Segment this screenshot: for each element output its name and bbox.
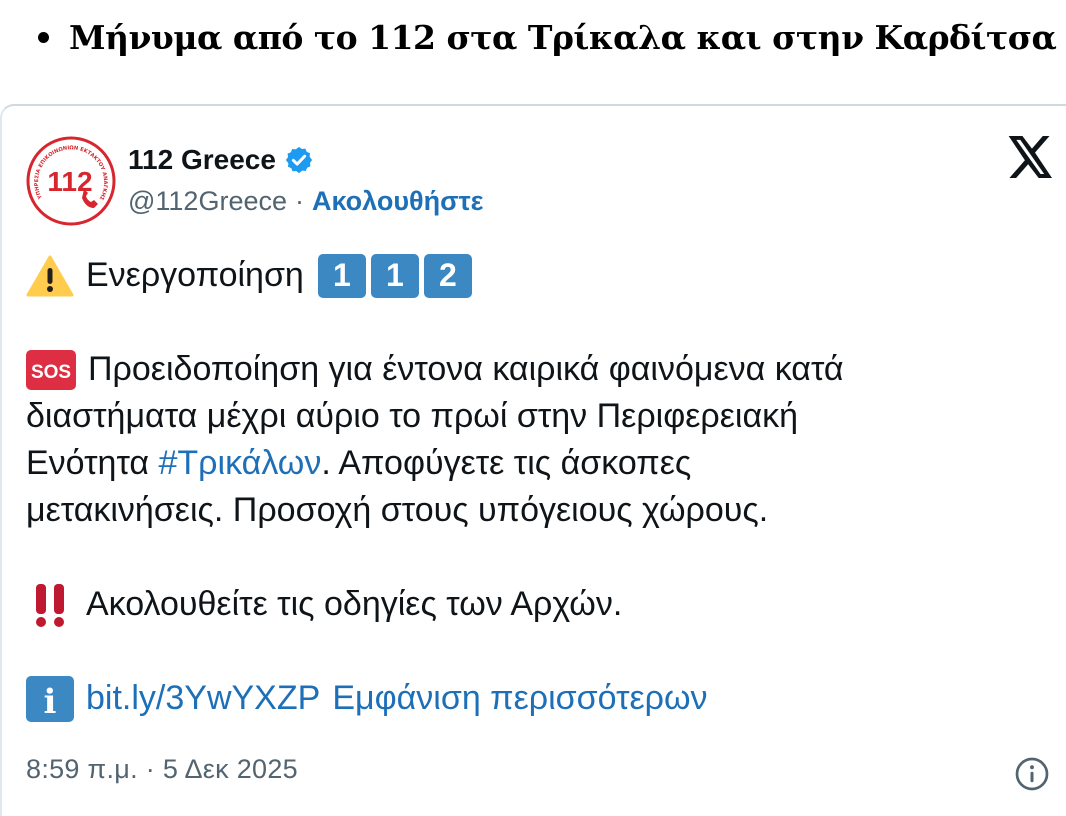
keycap-digit: 2 [423, 253, 472, 298]
bullet-heading: Μήνυμα από το 112 στα Τρίκαλα και στην Κ… [69, 18, 1057, 57]
warning-icon [26, 254, 74, 298]
bullet-dot [38, 32, 49, 43]
hashtag-link[interactable]: #Τρικάλων [159, 440, 322, 487]
warning-line-d: μετακινήσεις. Προσοχή στους υπόγειους χώ… [26, 491, 769, 529]
author-name[interactable]: 112 Greece [128, 144, 276, 176]
author-avatar[interactable]: ΥΠΗΡΕΣΙΑ ΕΠΙΚΟΙΝΩΝΙΩΝ ΕΚΤΑΚΤΟΥ ΑΝΑΓΚΗΣ 1… [26, 136, 116, 226]
double-exclamation-icon [26, 582, 74, 628]
follow-button[interactable]: Ακολουθήστε [312, 186, 483, 217]
warning-line-c-before: Ενότητα [26, 444, 159, 482]
tweet-paragraph-instructions: Ακολουθείτε τις οδηγίες των Αρχών. [26, 581, 1026, 628]
keycap-digit: 1 [317, 253, 366, 298]
warning-line-c-after: . Αποφύγετε τις άσκοπες [321, 444, 692, 482]
author-handle-row: @112Greece · Ακολουθήστε [128, 186, 483, 217]
author-name-row[interactable]: 112 Greece [128, 144, 314, 176]
article-bullet-item: Μήνυμα από το 112 στα Τρίκαλα και στην Κ… [38, 18, 1057, 57]
tweet-paragraph-warning: SOS Προειδοποίηση για έντονα καιρικά φαι… [26, 346, 1026, 534]
info-icon: i [26, 675, 74, 722]
tweet-timestamp[interactable]: 8:59 π.μ. · 5 Δεκ 2025 [26, 754, 298, 785]
instructions-text: Ακολουθείτε τις οδηγίες των Αρχών. [86, 585, 623, 623]
activation-text: Ενεργοποίηση [86, 256, 304, 294]
sos-label: SOS [31, 362, 71, 383]
verified-badge-icon [284, 145, 314, 175]
show-more-link[interactable]: Εμφάνιση περισσότερων [332, 675, 707, 722]
tweet-text: Ενεργοποίηση 1 1 2 SOS Προειδοποίηση για… [26, 252, 1026, 722]
author-handle[interactable]: @112Greece [128, 186, 287, 217]
short-link[interactable]: bit.ly/3YwYXZP [86, 675, 320, 722]
tweet-line: διαστήματα μέχρι αύριο το πρωί στην Περι… [26, 393, 1026, 440]
tweet-embed-card[interactable]: ΥΠΗΡΕΣΙΑ ΕΠΙΚΟΙΝΩΝΙΩΝ ΕΚΤΑΚΤΟΥ ΑΝΑΓΚΗΣ 1… [0, 104, 1066, 816]
sos-icon: SOS [26, 349, 76, 390]
warning-line-b: διαστήματα μέχρι αύριο το πρωί στην Περι… [26, 397, 799, 435]
tweet-line: Ενότητα #Τρικάλων . Αποφύγετε τις άσκοπε… [26, 440, 1026, 487]
keycap-digit: 1 [370, 253, 419, 298]
info-letter: i [44, 682, 57, 722]
separator-dot: · [295, 186, 304, 216]
tweet-paragraph-link: i bit.ly/3YwYXZP Εμφάνιση περισσότερων [26, 675, 1026, 722]
warning-line-a: Προειδοποίηση για έντονα καιρικά φαινόμε… [88, 350, 844, 388]
tweet-line-activation: Ενεργοποίηση 1 1 2 [26, 252, 1026, 299]
x-logo-icon[interactable] [1008, 136, 1054, 178]
tweet-line: μετακινήσεις. Προσοχή στους υπόγειους χώ… [26, 487, 1026, 534]
keycap-group: 1 1 2 [317, 253, 477, 298]
tweet-line: SOS Προειδοποίηση για έντονα καιρικά φαι… [26, 346, 1026, 393]
info-circle-icon[interactable] [1014, 756, 1050, 792]
